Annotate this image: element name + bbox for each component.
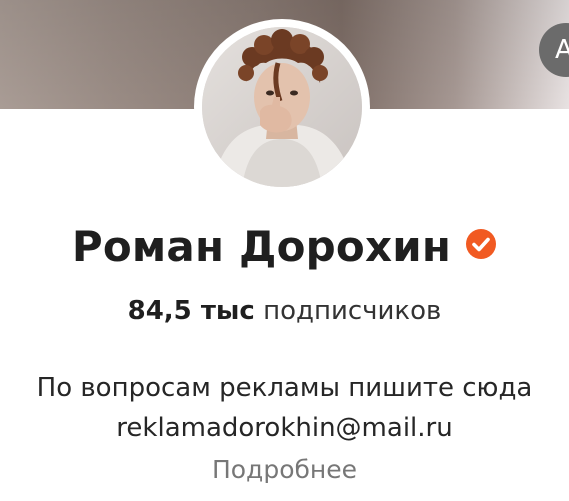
description-line-2: reklamadorokhin@mail.ru (116, 413, 453, 443)
subscribers-line: 84,5 тыс подписчиков (0, 296, 569, 326)
description-line-1: По вопросам рекламы пишите сюда (36, 373, 533, 403)
top-right-button-glyph: А (555, 35, 569, 65)
more-link[interactable]: Подробнее (0, 455, 569, 484)
verified-check-icon (465, 228, 497, 260)
subscribers-label: подписчиков (263, 296, 442, 326)
channel-name: Роман Дорохин (71, 222, 452, 271)
subscribers-count: 84,5 тыс (127, 296, 255, 326)
channel-name-row: Роман Дорохин (0, 222, 569, 271)
avatar-image (202, 27, 362, 187)
avatar[interactable] (202, 27, 362, 187)
channel-description: По вопросам рекламы пишите сюда reklamad… (0, 368, 569, 448)
